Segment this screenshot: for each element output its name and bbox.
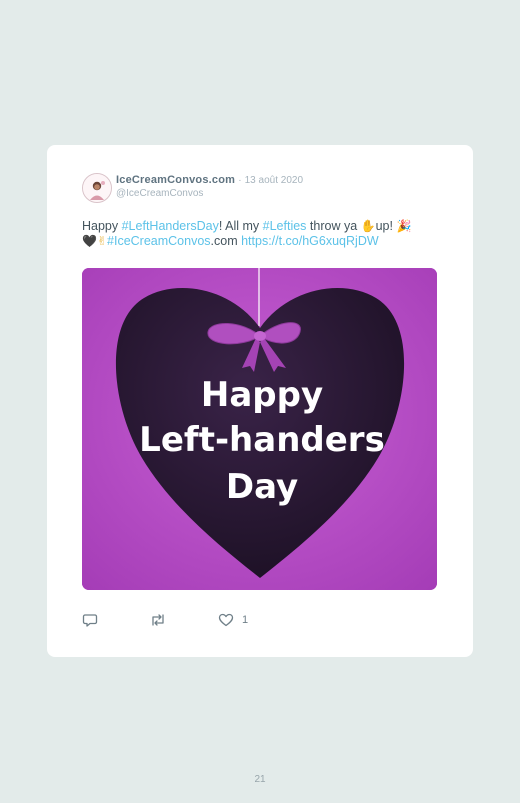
text-segment: .com (210, 234, 242, 248)
text-segment: up! (375, 219, 397, 233)
tweet-card: IceCreamConvos.com · 13 août 2020 @IceCr… (47, 145, 473, 657)
text-segment: Happy (82, 219, 122, 233)
heart-text-left-handers: Left-handers (139, 420, 385, 460)
reply-button[interactable] (82, 612, 98, 628)
retweet-icon (152, 614, 164, 626)
user-handle[interactable]: @IceCreamConvos (116, 188, 203, 200)
hashtag-icecreamconvos[interactable]: #IceCreamConvos (107, 234, 211, 248)
tweet-image[interactable]: Happy Left-handers Day (82, 268, 437, 590)
reply-icon (82, 614, 98, 627)
raised-hand-emoji: ✋ (360, 219, 376, 233)
tweet-link[interactable]: https://t.co/hG6xuqRjDW (241, 234, 379, 248)
like-button[interactable]: 1 (218, 612, 248, 628)
text-segment: ! All my (218, 219, 263, 233)
hashtag-lefthandersday[interactable]: #LeftHandersDay (122, 219, 219, 233)
hashtag-lefties[interactable]: #Lefties (263, 219, 307, 233)
heart-text-day: Day (226, 467, 298, 507)
date-separator: · (238, 175, 242, 186)
heart-icon (218, 613, 234, 627)
tweet-date[interactable]: 13 août 2020 (245, 175, 303, 186)
avatar[interactable] (82, 173, 112, 203)
victory-hand-emoji: ✌ (96, 234, 108, 248)
display-name[interactable]: IceCreamConvos.com (116, 174, 235, 186)
tweet-header: IceCreamConvos.com · 13 août 2020 (116, 174, 303, 187)
text-segment: throw ya (306, 219, 361, 233)
black-heart-emoji: 🖤 (82, 234, 97, 248)
retweet-button[interactable] (149, 612, 167, 628)
like-count: 1 (242, 614, 249, 626)
party-popper-emoji: 🎉 (396, 219, 412, 233)
page-number: 21 (254, 774, 266, 785)
tweet-text: Happy #LeftHandersDay! All my #Lefties t… (82, 219, 442, 249)
heart-text-happy: Happy (201, 375, 323, 415)
tweet-actions: 1 (82, 612, 442, 630)
